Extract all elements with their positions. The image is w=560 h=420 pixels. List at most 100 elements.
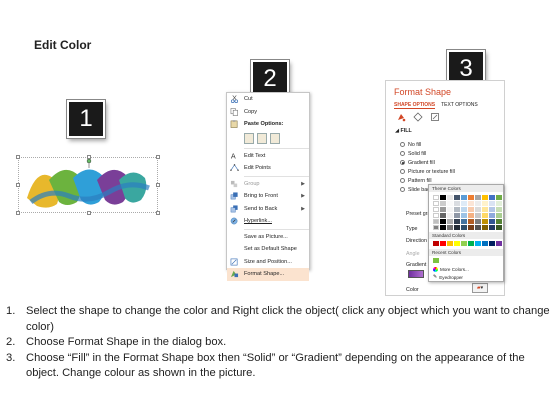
menu-item-hyperlink[interactable]: Hyperlink...	[227, 215, 309, 228]
color-swatch[interactable]	[440, 213, 446, 218]
selected-ribbon-shape[interactable]	[16, 155, 160, 215]
color-swatch[interactable]	[496, 201, 502, 206]
color-swatch[interactable]	[440, 207, 446, 212]
menu-item-format-shape[interactable]: Format Shape...	[227, 268, 309, 281]
fill-section-header[interactable]: ◢ FILL	[395, 128, 412, 134]
color-swatch[interactable]	[482, 207, 488, 212]
color-swatch[interactable]	[468, 219, 474, 224]
color-swatch[interactable]	[454, 213, 460, 218]
color-swatch[interactable]	[440, 225, 446, 230]
fill-line-icon[interactable]	[396, 112, 406, 122]
color-swatch[interactable]	[489, 207, 495, 212]
color-dropdown-button[interactable]: ▰▾	[472, 283, 488, 293]
color-swatch[interactable]	[489, 241, 495, 246]
color-swatch[interactable]	[496, 207, 502, 212]
selection-handle[interactable]	[16, 155, 20, 159]
color-swatch[interactable]	[482, 225, 488, 230]
color-swatch[interactable]	[433, 219, 439, 224]
color-swatch[interactable]	[482, 213, 488, 218]
color-swatch[interactable]	[468, 225, 474, 230]
color-swatch[interactable]	[496, 225, 502, 230]
color-swatch[interactable]	[461, 241, 467, 246]
more-colors-item[interactable]: More Colors...	[433, 267, 469, 272]
color-swatch[interactable]	[482, 219, 488, 224]
color-swatch[interactable]	[440, 219, 446, 224]
color-swatch[interactable]	[454, 241, 460, 246]
menu-item-set-default-shape[interactable]: Set as Default Shape	[227, 243, 309, 256]
color-swatch[interactable]	[433, 258, 439, 263]
menu-item-bring-to-front[interactable]: Bring to Front ▶	[227, 190, 309, 203]
color-swatch[interactable]	[447, 225, 453, 230]
color-swatch[interactable]	[454, 201, 460, 206]
color-swatch[interactable]	[454, 225, 460, 230]
color-swatch[interactable]	[454, 207, 460, 212]
color-swatch[interactable]	[468, 195, 474, 200]
fill-option-picture[interactable]: Picture or texture fill	[400, 167, 455, 176]
color-swatch[interactable]	[496, 241, 502, 246]
tab-text-options[interactable]: TEXT OPTIONS	[441, 102, 478, 109]
color-swatch[interactable]	[496, 213, 502, 218]
color-swatch[interactable]	[454, 195, 460, 200]
color-swatch[interactable]	[447, 213, 453, 218]
color-swatch[interactable]	[482, 195, 488, 200]
menu-item-send-to-back[interactable]: Send to Back ▶	[227, 203, 309, 216]
color-swatch[interactable]	[440, 241, 446, 246]
color-swatch[interactable]	[475, 225, 481, 230]
selection-handle[interactable]	[156, 183, 160, 187]
color-swatch[interactable]	[461, 219, 467, 224]
color-swatch[interactable]	[475, 219, 481, 224]
menu-item-copy[interactable]: Copy	[227, 106, 309, 119]
color-swatch[interactable]	[489, 219, 495, 224]
color-swatch[interactable]	[468, 213, 474, 218]
color-swatch[interactable]	[496, 195, 502, 200]
color-swatch[interactable]	[475, 201, 481, 206]
menu-item-cut[interactable]: Cut	[227, 93, 309, 106]
radio-button[interactable]	[400, 169, 405, 174]
color-swatch[interactable]	[468, 201, 474, 206]
color-swatch[interactable]	[433, 241, 439, 246]
color-swatch[interactable]	[475, 241, 481, 246]
tab-shape-options[interactable]: SHAPE OPTIONS	[394, 102, 436, 109]
color-swatch[interactable]	[475, 195, 481, 200]
color-swatch[interactable]	[461, 207, 467, 212]
selection-handle[interactable]	[156, 211, 160, 215]
color-swatch[interactable]	[447, 195, 453, 200]
paste-text-only-icon[interactable]	[270, 133, 280, 144]
color-swatch[interactable]	[468, 207, 474, 212]
color-swatch[interactable]	[475, 213, 481, 218]
color-swatch[interactable]	[433, 201, 439, 206]
color-swatch[interactable]	[461, 213, 467, 218]
color-swatch[interactable]	[461, 225, 467, 230]
color-swatch[interactable]	[447, 219, 453, 224]
color-swatch[interactable]	[482, 201, 488, 206]
color-swatch[interactable]	[489, 195, 495, 200]
selection-handle[interactable]	[156, 155, 160, 159]
color-swatch[interactable]	[489, 225, 495, 230]
selection-handle[interactable]	[87, 211, 91, 215]
color-swatch[interactable]	[447, 201, 453, 206]
menu-item-group[interactable]: Group ▶	[227, 178, 309, 191]
fill-option-solid[interactable]: Solid fill	[400, 149, 455, 158]
eyedropper-item[interactable]: ✎ Eyedropper	[433, 274, 463, 280]
color-swatch[interactable]	[482, 241, 488, 246]
effects-icon[interactable]	[413, 112, 423, 122]
size-properties-icon[interactable]	[430, 112, 440, 122]
color-swatch[interactable]	[475, 207, 481, 212]
menu-item-size-position[interactable]: Size and Position...	[227, 256, 309, 269]
gradient-stop-slider[interactable]	[408, 270, 424, 278]
paste-picture-icon[interactable]	[257, 133, 267, 144]
fill-option-no-fill[interactable]: No fill	[400, 140, 455, 149]
color-swatch[interactable]	[468, 241, 474, 246]
selection-handle[interactable]	[87, 155, 91, 159]
radio-button[interactable]	[400, 187, 405, 192]
radio-button[interactable]	[400, 142, 405, 147]
paste-keep-formatting-icon[interactable]	[244, 133, 254, 144]
color-swatch[interactable]	[433, 195, 439, 200]
color-swatch[interactable]	[454, 219, 460, 224]
color-swatch[interactable]	[433, 225, 439, 230]
menu-item-edit-points[interactable]: Edit Points	[227, 162, 309, 175]
fill-option-gradient[interactable]: Gradient fill	[400, 158, 455, 167]
color-swatch[interactable]	[461, 201, 467, 206]
color-swatch[interactable]	[433, 213, 439, 218]
menu-item-edit-text[interactable]: A Edit Text	[227, 150, 309, 163]
